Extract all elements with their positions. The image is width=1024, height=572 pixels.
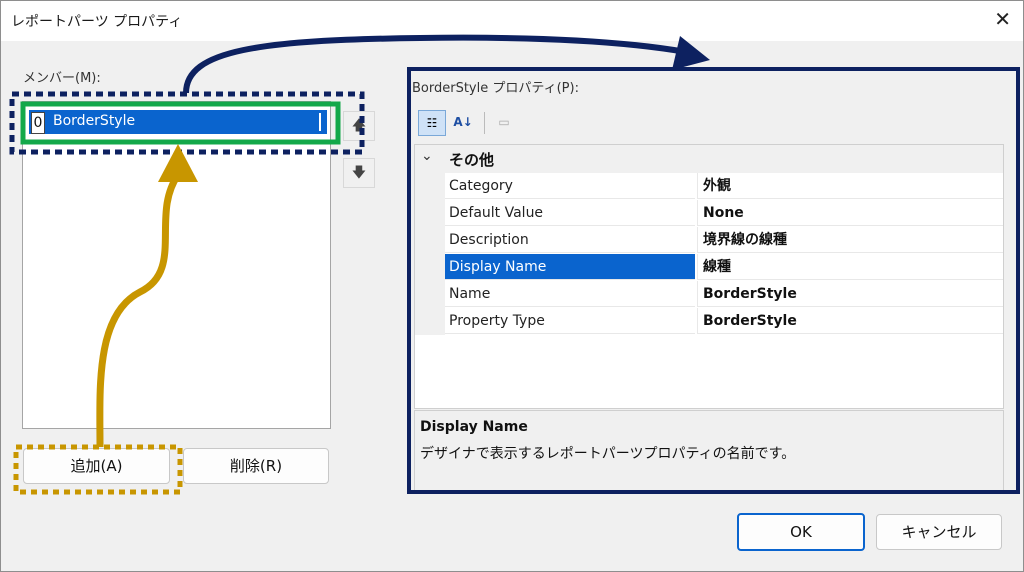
dialog-window: レポートパーツ プロパティ ✕ メンバー(M): 0 BorderStyle 🡅… — [0, 0, 1024, 572]
toolbar-divider — [484, 112, 485, 134]
property-row[interactable]: Default Value None — [415, 200, 1003, 227]
ok-button[interactable]: OK — [737, 513, 865, 551]
property-value[interactable]: None — [697, 200, 1003, 226]
delete-button[interactable]: 削除(R) — [183, 448, 329, 484]
item-name[interactable]: BorderStyle — [53, 113, 135, 129]
members-label: メンバー(M): — [23, 71, 101, 86]
arrow-up-icon: 🡅 — [351, 118, 367, 134]
category-row[interactable]: ⌄ その他 — [415, 145, 1003, 173]
property-row[interactable]: Description 境界線の線種 — [415, 227, 1003, 254]
title-bar: レポートパーツ プロパティ ✕ — [1, 1, 1023, 41]
members-list[interactable]: 0 BorderStyle — [22, 101, 331, 429]
property-row[interactable]: Display Name 線種 — [415, 254, 1003, 281]
property-value[interactable]: 外観 — [697, 173, 1003, 199]
window-title: レポートパーツ プロパティ — [11, 14, 183, 30]
property-pages-icon: ▭ — [498, 115, 510, 129]
description-text: デザイナで表示するレポートパーツプロパティの名前です。 — [420, 446, 796, 462]
add-button[interactable]: 追加(A) — [23, 448, 170, 484]
move-up-button[interactable]: 🡅 — [343, 111, 375, 141]
categorized-button[interactable]: ☷ — [418, 110, 446, 136]
arrow-down-icon: 🡇 — [351, 165, 367, 181]
item-index: 0 — [31, 112, 45, 134]
property-row[interactable]: Property Type BorderStyle — [415, 308, 1003, 335]
cancel-button[interactable]: キャンセル — [876, 514, 1002, 550]
property-name[interactable]: Property Type — [445, 308, 695, 334]
property-name[interactable]: Display Name — [445, 254, 695, 280]
property-value[interactable]: BorderStyle — [697, 308, 1003, 334]
edit-caret — [319, 113, 321, 131]
property-value[interactable]: 境界線の線種 — [697, 227, 1003, 253]
description-title: Display Name — [420, 419, 528, 435]
chevron-down-icon[interactable]: ⌄ — [421, 148, 433, 164]
alphabetical-icon: A↓ — [453, 115, 473, 129]
property-value[interactable]: BorderStyle — [697, 281, 1003, 307]
property-name[interactable]: Category — [445, 173, 695, 199]
properties-label: BorderStyle プロパティ(P): — [412, 81, 579, 96]
categorized-icon: ☷ — [426, 116, 438, 130]
property-row[interactable]: Category 外観 — [415, 173, 1003, 200]
description-pane: Display Name デザイナで表示するレポートパーツプロパティの名前です。 — [414, 410, 1004, 494]
alphabetical-button[interactable]: A↓ — [450, 110, 476, 134]
property-grid[interactable]: ⌄ その他 Category 外観 Default Value None Des… — [414, 144, 1004, 409]
move-down-button[interactable]: 🡇 — [343, 158, 375, 188]
property-name[interactable]: Default Value — [445, 200, 695, 226]
property-name[interactable]: Name — [445, 281, 695, 307]
property-value[interactable]: 線種 — [697, 254, 1003, 280]
list-item[interactable]: 0 BorderStyle — [29, 110, 327, 134]
property-pages-button: ▭ — [491, 110, 517, 134]
property-name[interactable]: Description — [445, 227, 695, 253]
close-icon[interactable]: ✕ — [994, 7, 1011, 31]
category-name: その他 — [449, 151, 495, 169]
property-row[interactable]: Name BorderStyle — [415, 281, 1003, 308]
